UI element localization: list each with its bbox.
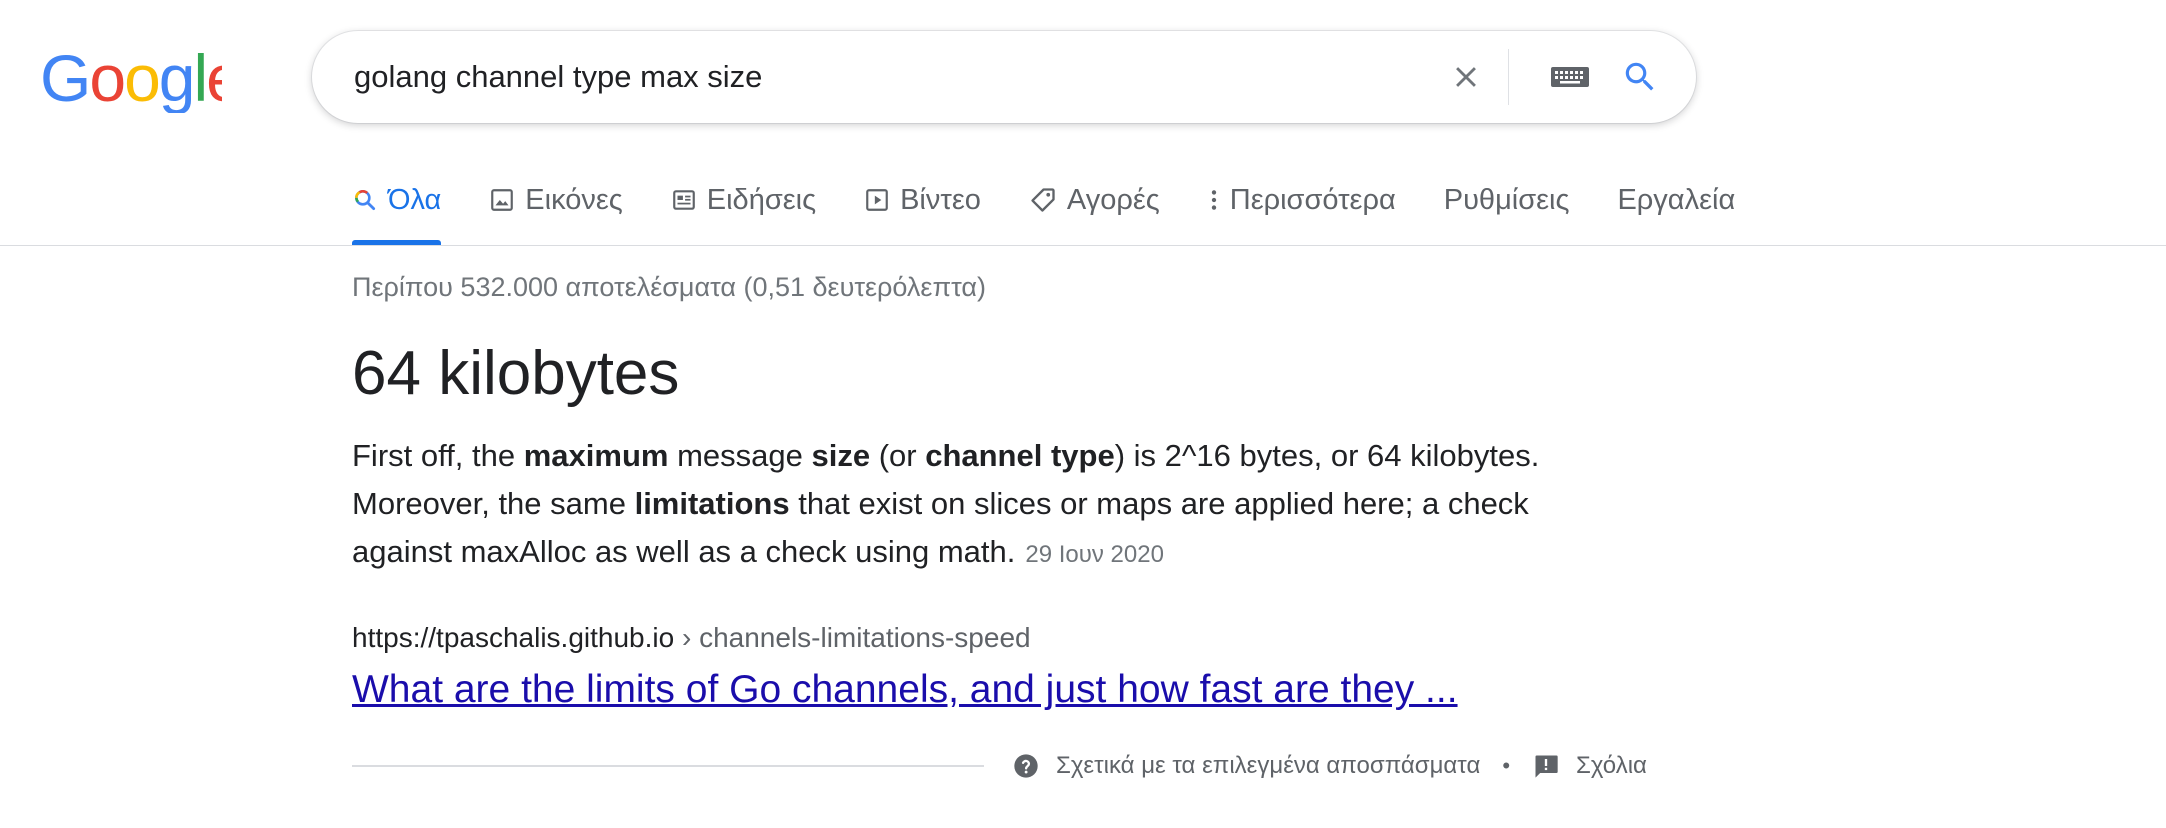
close-icon — [1456, 67, 1476, 87]
search-divider — [1508, 49, 1509, 105]
tab-news-label: Ειδήσεις — [706, 183, 817, 216]
result-title-link[interactable]: What are the limits of Go channels, and … — [352, 668, 1458, 712]
result-url-domain: https://tpaschalis.github.io — [352, 622, 675, 653]
keyboard-button[interactable] — [1534, 49, 1606, 105]
snippet-text: First off, the — [352, 438, 524, 473]
snippet-footer-divider — [352, 765, 984, 767]
tab-shopping-label: Αγορές — [1066, 183, 1160, 216]
tab-tools[interactable]: Εργαλεία — [1617, 172, 1735, 228]
result-url[interactable]: https://tpaschalis.github.io › channels-… — [352, 622, 1031, 654]
video-icon — [864, 187, 890, 213]
svg-text:Google: Google — [40, 47, 222, 113]
tab-tools-label: Εργαλεία — [1617, 183, 1736, 216]
tabs-divider — [0, 245, 2166, 246]
feedback-label: Σχόλια — [1576, 752, 1647, 779]
tab-more[interactable]: Περισσότερα — [1208, 172, 1396, 228]
snippet-bold: channel type — [925, 438, 1115, 473]
news-icon — [671, 187, 697, 213]
search-icon — [1625, 62, 1654, 91]
snippet-bold: maximum — [523, 438, 669, 473]
image-icon — [489, 187, 515, 213]
tab-all-label: Όλα — [388, 183, 442, 216]
tab-news[interactable]: Ειδήσεις — [671, 172, 816, 228]
tab-images-label: Εικόνες — [525, 183, 623, 216]
tab-videos-label: Βίντεο — [900, 183, 981, 216]
google-logo[interactable]: Google — [40, 40, 222, 120]
search-input[interactable]: golang channel type max size — [354, 31, 762, 123]
keyboard-icon — [1551, 67, 1589, 87]
tab-images[interactable]: Εικόνες — [489, 172, 623, 228]
tag-icon — [1029, 186, 1057, 214]
tab-settings-label: Ρυθμίσεις — [1443, 183, 1570, 216]
tab-videos[interactable]: Βίντεο — [864, 172, 981, 228]
footer-separator: • — [1502, 753, 1511, 778]
result-url-path: › channels-limitations-speed — [674, 622, 1031, 653]
featured-snippet-text: First off, the maximum message size (or … — [352, 432, 1612, 579]
about-featured-snippets-link[interactable]: Σχετικά με τα επιλεγμένα αποσπάσματα — [1012, 752, 1480, 780]
clear-search-button[interactable] — [1438, 49, 1494, 105]
about-featured-snippets-label: Σχετικά με τα επιλεγμένα αποσπάσματα — [1056, 752, 1481, 779]
featured-answer: 64 kilobytes — [352, 339, 680, 408]
snippet-date: 29 Ιουν 2020 — [1025, 541, 1164, 568]
tab-all[interactable]: Όλα — [352, 172, 442, 246]
search-button[interactable] — [1612, 49, 1668, 105]
google-logo-wordmark: Google — [40, 47, 222, 113]
snippet-text: (or — [870, 438, 926, 473]
snippet-bold: limitations — [634, 486, 790, 521]
help-icon — [1014, 754, 1038, 778]
tab-shopping[interactable]: Αγορές — [1029, 172, 1160, 228]
search-icon — [352, 187, 378, 213]
more-vert-icon — [1208, 187, 1220, 213]
tab-settings[interactable]: Ρυθμίσεις — [1444, 172, 1570, 228]
snippet-bold: size — [811, 438, 871, 473]
tab-more-label: Περισσότερα — [1229, 183, 1396, 216]
result-stats: Περίπου 532.000 αποτελέσματα (0,51 δευτε… — [352, 272, 986, 302]
feedback-link[interactable]: Σχόλια — [1532, 752, 1647, 780]
snippet-footer: Σχετικά με τα επιλεγμένα αποσπάσματα • Σ… — [1012, 748, 1647, 784]
snippet-text: message — [668, 438, 812, 473]
feedback-icon — [1535, 755, 1558, 778]
search-tabs: Όλα Εικόνες Ειδήσεις Βίντεο Αγορές Περισ… — [352, 172, 1783, 246]
search-box[interactable]: golang channel type max size — [312, 31, 1696, 123]
